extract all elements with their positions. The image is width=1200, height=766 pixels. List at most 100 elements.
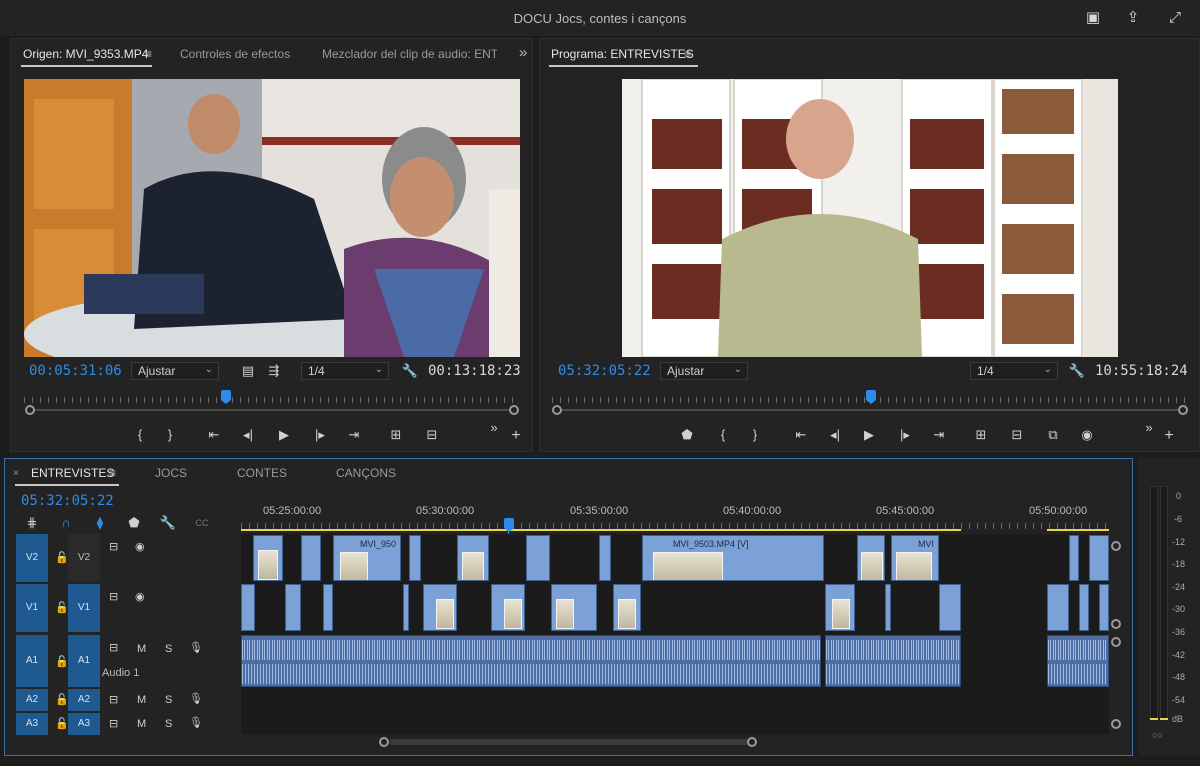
step-back-icon[interactable]: ◂| — [824, 426, 846, 444]
program-zoom-bar[interactable] — [562, 409, 1178, 411]
microphone-icon[interactable]: 🎙 — [189, 692, 203, 705]
source-zoom-left-handle[interactable] — [25, 405, 35, 415]
sync-lock-icon[interactable]: ⊟ — [109, 540, 118, 553]
notifications-icon[interactable]: ▣ — [1082, 7, 1104, 29]
source-resolution-select[interactable]: 1/4 ⌄ — [301, 362, 389, 380]
clip-v1[interactable] — [939, 584, 961, 631]
source-patch-a3[interactable]: A3 — [16, 713, 48, 735]
export-frame-camera-icon[interactable]: ◉ — [1076, 426, 1098, 444]
program-zoom-right-handle[interactable] — [1178, 405, 1188, 415]
source-patch-v1[interactable]: V1 — [16, 584, 48, 632]
go-to-in-icon[interactable]: ⇤ — [790, 426, 812, 444]
solo-button[interactable]: S — [165, 643, 172, 655]
lock-icon[interactable]: 🔓 — [55, 655, 69, 668]
solo-button[interactable]: S — [165, 718, 172, 730]
mute-button[interactable]: M — [137, 694, 146, 706]
mark-out-icon[interactable]: } — [159, 426, 181, 444]
overwrite-icon[interactable]: ⊟ — [421, 426, 443, 444]
add-marker-icon[interactable]: ⬟ — [123, 514, 145, 532]
eye-icon[interactable]: ◉ — [135, 590, 145, 603]
clip-v2[interactable]: MVI_950 — [333, 535, 401, 581]
go-to-out-icon[interactable]: ⇥ — [343, 426, 365, 444]
clip-v2[interactable]: MVI_9503.MP4 [V] — [642, 535, 824, 581]
clip-v2[interactable] — [526, 535, 550, 581]
step-forward-icon[interactable]: |▸ — [894, 426, 916, 444]
timeline-playhead[interactable] — [504, 518, 514, 532]
source-menu-icon[interactable]: ≡ — [145, 47, 152, 61]
timeline-timecode[interactable]: 05:32:05:22 — [21, 493, 114, 509]
comparison-view-icon[interactable]: ⧉ — [1042, 426, 1064, 444]
output-icon[interactable]: ⇶ — [263, 362, 285, 380]
clip-v2[interactable] — [301, 535, 321, 581]
program-menu-icon[interactable]: ≡ — [684, 47, 691, 61]
meter-solo-buttons[interactable]: ○○ — [1152, 730, 1163, 740]
step-back-icon[interactable]: ◂| — [237, 426, 259, 444]
audio-clip-a1[interactable] — [825, 635, 961, 687]
lock-icon[interactable]: 🔓 — [55, 717, 69, 730]
add-button-icon[interactable]: + — [505, 427, 527, 445]
share-icon[interactable]: ⇪ — [1122, 7, 1144, 29]
sync-lock-icon[interactable]: ⊟ — [109, 590, 118, 603]
lock-icon[interactable]: 🔓 — [55, 601, 69, 614]
captions-icon[interactable]: CC — [191, 514, 213, 532]
clip-v1[interactable] — [551, 584, 597, 631]
tab-cancons[interactable]: CANÇONS — [336, 466, 396, 480]
source-playhead[interactable] — [221, 390, 231, 404]
clip-v1[interactable] — [403, 584, 409, 631]
sync-lock-icon[interactable]: ⊟ — [109, 717, 118, 730]
clip-v2[interactable] — [1069, 535, 1079, 581]
settings-wrench-icon[interactable]: 🔧 — [399, 362, 421, 380]
play-icon[interactable]: ▶ — [858, 426, 880, 444]
microphone-icon[interactable]: 🎙 — [189, 641, 203, 654]
timeline-horizontal-zoom-bar[interactable] — [389, 739, 749, 745]
source-zoom-right-handle[interactable] — [509, 405, 519, 415]
insert-icon[interactable]: ⊞ — [385, 426, 407, 444]
video-track-scroll-handle[interactable] — [1111, 541, 1121, 551]
audio-clip-a1[interactable] — [1047, 635, 1109, 687]
timeline-time-ruler[interactable] — [241, 515, 1109, 529]
more-controls-icon[interactable]: » — [1138, 419, 1160, 437]
timeline-zoom-left-handle[interactable] — [379, 737, 389, 747]
clip-v2[interactable] — [409, 535, 421, 581]
audio-track-scroll-handle-bottom[interactable] — [1111, 719, 1121, 729]
mark-out-icon[interactable]: } — [744, 426, 766, 444]
snap-magnet-icon[interactable]: ∩ — [55, 514, 77, 532]
tab-jocs[interactable]: JOCS — [155, 466, 187, 480]
clip-v1[interactable] — [1079, 584, 1089, 631]
work-area-bar-end[interactable] — [1047, 529, 1109, 531]
linked-selection-icon[interactable]: ⧫ — [89, 514, 111, 532]
clip-v2[interactable] — [1089, 535, 1109, 581]
program-zoom-left-handle[interactable] — [552, 405, 562, 415]
add-marker-icon[interactable]: ⬟ — [676, 426, 698, 444]
mute-button[interactable]: M — [137, 718, 146, 730]
source-patch-a2[interactable]: A2 — [16, 689, 48, 711]
close-icon[interactable]: × — [13, 468, 19, 479]
sync-lock-icon[interactable]: ⊟ — [109, 641, 118, 654]
extract-icon[interactable]: ⊟ — [1006, 426, 1028, 444]
clip-v2[interactable] — [857, 535, 885, 581]
clip-v2[interactable] — [457, 535, 489, 581]
source-patch-v2[interactable]: V2 — [16, 534, 48, 582]
timeline-settings-icon[interactable]: 🔧 — [157, 514, 179, 532]
lift-icon[interactable]: ⊞ — [970, 426, 992, 444]
program-video-frame[interactable] — [622, 79, 1118, 357]
insert-nest-icon[interactable]: ⋕ — [21, 514, 43, 532]
clip-v2[interactable] — [253, 535, 283, 581]
program-playhead[interactable] — [866, 390, 876, 404]
program-fit-select[interactable]: Ajustar ⌄ — [660, 362, 748, 380]
clip-v1[interactable] — [1099, 584, 1109, 631]
work-area-bar[interactable] — [241, 529, 961, 531]
tab-audio-clip-mixer[interactable]: Mezclador del clip de audio: ENTRI — [322, 47, 497, 61]
clip-v1[interactable] — [1047, 584, 1069, 631]
mute-button[interactable]: M — [137, 643, 146, 655]
more-controls-icon[interactable]: » — [483, 419, 505, 437]
tab-effect-controls[interactable]: Controles de efectos — [180, 47, 290, 61]
tab-entrevistes[interactable]: ENTREVISTES — [31, 466, 114, 480]
add-button-icon[interactable]: + — [1158, 427, 1180, 445]
audio-track-scroll-handle[interactable] — [1111, 637, 1121, 647]
timeline-menu-icon[interactable]: ≡ — [109, 466, 116, 480]
clip-v1[interactable] — [613, 584, 641, 631]
clip-v1[interactable] — [885, 584, 891, 631]
overflow-icon[interactable]: » — [519, 44, 527, 61]
track-target-v2[interactable]: V2 — [68, 534, 100, 582]
